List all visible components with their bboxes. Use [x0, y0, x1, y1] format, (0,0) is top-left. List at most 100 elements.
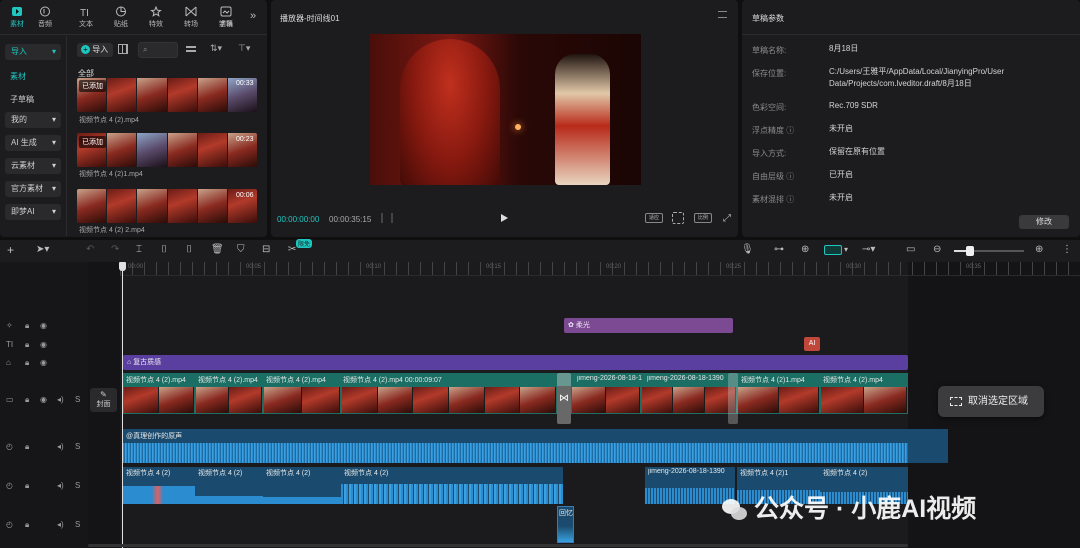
- trim-right-icon[interactable]: ⌷: [186, 245, 192, 255]
- sidebar-jimeng[interactable]: 即梦AI ▾: [5, 204, 61, 220]
- lock-icon[interactable]: 🔒︎: [25, 395, 29, 405]
- grid-view-icon[interactable]: [118, 44, 128, 54]
- solo-toggle[interactable]: S: [75, 442, 80, 451]
- video-clip[interactable]: [571, 386, 641, 414]
- search-input[interactable]: ⌕: [138, 42, 178, 58]
- zoom-slider-knob[interactable]: [966, 246, 974, 256]
- snap-toggle[interactable]: [824, 245, 842, 255]
- eye-icon[interactable]: ◉: [40, 321, 47, 330]
- filter-dropdown-icon[interactable]: ⊤▾: [238, 43, 250, 54]
- sidebar-mine[interactable]: 我的 ▾: [5, 112, 61, 128]
- tab-transition[interactable]: 转场: [177, 6, 205, 29]
- fit-button[interactable]: 适应: [645, 213, 663, 223]
- video-clip[interactable]: [195, 386, 263, 414]
- solo-toggle[interactable]: S: [75, 520, 80, 529]
- audio-clip[interactable]: 视频节点 4 (2): [341, 467, 563, 504]
- lock-icon[interactable]: 🔒︎: [25, 442, 29, 452]
- screenshot-icon[interactable]: [672, 212, 684, 224]
- video-clip[interactable]: [737, 386, 820, 414]
- toolbar-more-icon[interactable]: »: [250, 10, 256, 22]
- filter-clip[interactable]: ⌂ 复古质感: [123, 355, 908, 370]
- ai-text-clip[interactable]: AI: [804, 337, 820, 351]
- cut-icon[interactable]: ✂: [288, 245, 296, 255]
- effect-clip[interactable]: ✿ 柔光: [564, 318, 733, 333]
- fullscreen-icon[interactable]: ⤢: [723, 213, 731, 224]
- redo-icon[interactable]: ↷: [111, 245, 119, 255]
- undo-icon[interactable]: ↶: [86, 245, 94, 255]
- video-clip[interactable]: [263, 386, 341, 414]
- lock-icon[interactable]: 🔒︎: [25, 520, 29, 530]
- eye-icon[interactable]: ◉: [40, 340, 47, 349]
- microphone-icon[interactable]: 🎙︎: [741, 245, 754, 255]
- tab-material[interactable]: 素材: [3, 6, 31, 29]
- tab-sticker[interactable]: 贴纸: [107, 6, 135, 29]
- shield-icon[interactable]: ⛉: [237, 245, 245, 255]
- audio-clip[interactable]: 视频节点 4 (2): [263, 467, 341, 504]
- trim-left-icon[interactable]: ⌷: [161, 245, 167, 255]
- solo-toggle[interactable]: S: [75, 481, 80, 490]
- speaker-icon[interactable]: ◂): [57, 481, 64, 490]
- eye-icon[interactable]: ◉: [40, 358, 47, 367]
- solo-toggle[interactable]: S: [75, 395, 80, 404]
- video-clip[interactable]: [641, 386, 737, 414]
- transition-marker[interactable]: ⋈: [557, 373, 571, 424]
- player-menu-icon[interactable]: [718, 11, 727, 18]
- lock-icon[interactable]: 🔒︎: [25, 358, 29, 368]
- sidebar-ai-gen[interactable]: AI 生成 ▾: [5, 135, 61, 151]
- play-button[interactable]: [501, 214, 508, 222]
- sidebar-material[interactable]: 素材: [10, 71, 26, 82]
- list-view-icon[interactable]: [186, 46, 196, 52]
- tab-audio[interactable]: 音频: [31, 6, 59, 29]
- delete-icon[interactable]: 🗑︎: [211, 245, 224, 255]
- link-icon[interactable]: ⊶: [774, 245, 784, 255]
- transition-marker[interactable]: [728, 373, 738, 424]
- subtitle-tab-label[interactable]: 字幕: [212, 19, 240, 29]
- add-track-icon[interactable]: +: [7, 244, 14, 256]
- tab-effects[interactable]: 特效: [142, 6, 170, 29]
- caption-icon[interactable]: ⊟: [262, 245, 270, 255]
- video-clip[interactable]: [820, 386, 908, 414]
- video-clip[interactable]: [341, 386, 557, 414]
- deselect-region-button[interactable]: 取消选定区域: [938, 386, 1044, 417]
- audio-clip-label: 视频节点 4 (2): [266, 470, 311, 477]
- magnet-icon[interactable]: ⊕: [801, 245, 809, 255]
- zoom-slider[interactable]: [954, 246, 1024, 256]
- timeline-scrub-icon[interactable]: [381, 213, 393, 223]
- playhead[interactable]: [122, 262, 123, 548]
- sidebar-import[interactable]: 导入 ▾: [5, 44, 61, 60]
- modify-button[interactable]: 修改: [1019, 215, 1069, 229]
- speaker-icon[interactable]: ◂): [57, 442, 64, 451]
- sidebar-official[interactable]: 官方素材 ▾: [5, 181, 61, 197]
- lock-icon[interactable]: 🔒︎: [25, 340, 29, 350]
- sort-icon[interactable]: ⇅▾: [210, 43, 222, 54]
- video-preview[interactable]: [370, 34, 641, 185]
- audio-clip[interactable]: 视频节点 4 (2): [195, 467, 263, 504]
- eye-icon[interactable]: ◉: [40, 395, 47, 404]
- select-tool-icon[interactable]: ➤▾: [36, 245, 49, 255]
- cover-button[interactable]: ✎ 封面: [90, 388, 117, 412]
- ruler[interactable]: [120, 262, 1080, 276]
- lock-icon[interactable]: 🔒︎: [25, 321, 29, 331]
- voice-clip[interactable]: @真理创作的原声: [123, 429, 948, 463]
- timeline-scrollbar[interactable]: [88, 544, 908, 547]
- ratio-button[interactable]: 比例: [694, 213, 712, 223]
- lock-icon[interactable]: 🔒︎: [25, 481, 29, 491]
- speaker-icon[interactable]: ◂): [57, 395, 64, 404]
- sfx-clip[interactable]: 回忆: [557, 506, 574, 543]
- video-clip[interactable]: [123, 386, 195, 414]
- split-icon[interactable]: ⌶: [136, 245, 142, 255]
- chevron-down-icon[interactable]: ▾: [844, 245, 848, 255]
- speaker-icon[interactable]: ◂): [57, 520, 64, 529]
- more-icon[interactable]: ⋮: [1062, 245, 1072, 255]
- import-button[interactable]: + 导入: [77, 43, 113, 57]
- sidebar-sub-draft[interactable]: 子草稿: [10, 94, 34, 105]
- screen-icon[interactable]: ▭: [906, 245, 915, 255]
- preview-axis-icon[interactable]: ⊸▾: [862, 245, 875, 255]
- zoom-in-icon[interactable]: ⊕: [1035, 245, 1043, 255]
- audio-clip[interactable]: 视频节点 4 (2): [123, 467, 195, 504]
- media-thumb-3[interactable]: [77, 189, 257, 223]
- sidebar-cloud[interactable]: 云素材 ▾: [5, 158, 61, 174]
- zoom-out-icon[interactable]: ⊖: [933, 245, 941, 255]
- playhead-handle[interactable]: [119, 262, 126, 271]
- tab-text[interactable]: TI 文本: [72, 6, 100, 29]
